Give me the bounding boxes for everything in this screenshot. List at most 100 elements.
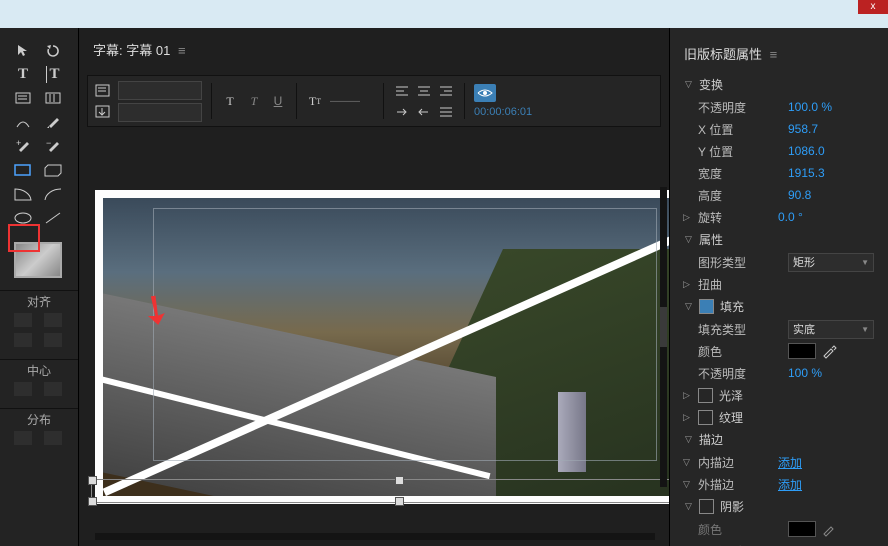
attributes-group[interactable]: ▽属性: [670, 228, 888, 251]
vertical-scrollbar[interactable]: [660, 187, 667, 487]
wedge-tool[interactable]: [14, 185, 32, 203]
prop-label: 旋转: [698, 209, 778, 226]
prop-label: 纹理: [719, 409, 743, 426]
show-video-button[interactable]: [474, 84, 496, 102]
prop-label: 外描边: [698, 476, 778, 493]
width-value[interactable]: 1915.3: [788, 166, 825, 180]
center-btn[interactable]: [44, 382, 62, 396]
font-style-dropdown[interactable]: [118, 103, 202, 122]
justify-icon[interactable]: [437, 103, 455, 121]
prop-label: 不透明度: [698, 543, 788, 546]
path-type-tool[interactable]: [14, 113, 32, 131]
fill-opacity-value[interactable]: 100 %: [788, 366, 822, 380]
svg-text:+: +: [16, 138, 21, 148]
pen-tool[interactable]: [44, 113, 62, 131]
window-close-button[interactable]: x: [858, 0, 888, 14]
properties-panel: 旧版标题属性 ≡ ▽变换 不透明度100.0 % X 位置958.7 Y 位置1…: [669, 28, 888, 546]
prop-label: 内描边: [698, 454, 778, 471]
add-outer-stroke[interactable]: 添加: [778, 476, 802, 493]
faux-style-icon[interactable]: T: [245, 92, 263, 110]
delete-anchor-tool[interactable]: −: [44, 137, 62, 155]
distribute-section-label: 分布: [0, 408, 78, 431]
prop-label: 宽度: [698, 165, 788, 182]
background-video-frame: [103, 198, 669, 496]
center-section-label: 中心: [0, 359, 78, 382]
line-tool[interactable]: [44, 209, 62, 227]
eyedropper-icon[interactable]: [822, 344, 836, 358]
fill-color-swatch[interactable]: [788, 343, 816, 359]
tools-panel: T T + − 对齐 中心: [0, 28, 79, 546]
roll-crawl-button[interactable]: [94, 103, 112, 121]
prop-label: 图形类型: [698, 254, 788, 271]
tab-icon[interactable]: [393, 103, 411, 121]
height-value[interactable]: 90.8: [788, 188, 811, 202]
selection-box[interactable]: [91, 479, 669, 503]
font-family-dropdown[interactable]: [118, 81, 202, 100]
fill-type-dropdown[interactable]: 实底▼: [788, 320, 874, 339]
dist-btn[interactable]: [14, 431, 32, 445]
clipped-rect-tool[interactable]: [44, 161, 62, 179]
align-center-icon[interactable]: [415, 82, 433, 100]
safe-margin-guide: [153, 208, 657, 461]
tab-icon-2[interactable]: [415, 103, 433, 121]
prop-label: Y 位置: [698, 143, 788, 160]
panel-menu-icon[interactable]: ≡: [770, 47, 778, 62]
eyedropper-icon[interactable]: [822, 522, 836, 536]
rotation-value[interactable]: 0.0 °: [778, 210, 803, 224]
align-left-icon[interactable]: [393, 82, 411, 100]
align-btn[interactable]: [14, 333, 32, 347]
new-title-button[interactable]: [94, 82, 112, 100]
prop-label: 光泽: [719, 387, 743, 404]
align-section-label: 对齐: [0, 290, 78, 313]
area-type-tool[interactable]: [14, 89, 32, 107]
horizontal-scrollbar[interactable]: [95, 533, 655, 540]
strokes-group[interactable]: ▽描边: [670, 428, 888, 451]
panel-menu-icon[interactable]: ≡: [178, 43, 186, 58]
prop-label: 扭曲: [698, 276, 788, 293]
arc-tool[interactable]: [44, 185, 62, 203]
center-btn[interactable]: [14, 382, 32, 396]
vertical-type-tool[interactable]: T: [44, 65, 62, 83]
prop-label: 填充类型: [698, 321, 788, 338]
fill-group[interactable]: ▽填充: [670, 295, 888, 318]
rotate-tool[interactable]: [44, 41, 62, 59]
add-inner-stroke[interactable]: 添加: [778, 454, 802, 471]
svg-text:−: −: [46, 138, 51, 148]
selection-tool[interactable]: [14, 41, 32, 59]
regular-style-icon[interactable]: T: [221, 92, 239, 110]
highlight-annotation: [8, 224, 40, 252]
transform-group[interactable]: ▽变换: [670, 73, 888, 96]
title-toolbar: T T U TT ——— 00: [87, 75, 661, 127]
type-tool[interactable]: T: [14, 65, 32, 83]
prop-label: 颜色: [698, 521, 788, 538]
align-btn[interactable]: [44, 333, 62, 347]
underline-icon[interactable]: U: [269, 92, 287, 110]
timecode-display[interactable]: 00:00:06:01: [474, 106, 532, 118]
align-btn[interactable]: [44, 313, 62, 327]
align-btn[interactable]: [14, 313, 32, 327]
prop-label: 不透明度: [698, 365, 788, 382]
panel-tab-name: 字幕 01: [126, 43, 170, 58]
sheen-checkbox[interactable]: [698, 388, 713, 403]
opacity-value[interactable]: 100.0 %: [788, 100, 832, 114]
title-frame: [95, 190, 669, 504]
texture-checkbox[interactable]: [698, 410, 713, 425]
size-icon[interactable]: TT: [306, 92, 324, 110]
prop-label: 颜色: [698, 343, 788, 360]
dist-btn[interactable]: [44, 431, 62, 445]
properties-title: 旧版标题属性: [684, 47, 762, 62]
align-right-icon[interactable]: [437, 82, 455, 100]
vertical-area-type-tool[interactable]: [44, 89, 62, 107]
shadow-color-swatch[interactable]: [788, 521, 816, 537]
shadow-group[interactable]: ▽阴影: [670, 495, 888, 518]
titler-workspace: 字幕: 字幕 01 ≡ T T U TT ———: [79, 28, 669, 546]
x-value[interactable]: 958.7: [788, 122, 818, 136]
y-value[interactable]: 1086.0: [788, 144, 825, 158]
prop-label: 高度: [698, 187, 788, 204]
shadow-checkbox[interactable]: [699, 499, 714, 514]
title-canvas[interactable]: ➘: [79, 127, 669, 546]
rectangle-tool[interactable]: [14, 161, 32, 179]
shape-type-dropdown[interactable]: 矩形▼: [788, 253, 874, 272]
add-anchor-tool[interactable]: +: [14, 137, 32, 155]
fill-checkbox[interactable]: [699, 299, 714, 314]
